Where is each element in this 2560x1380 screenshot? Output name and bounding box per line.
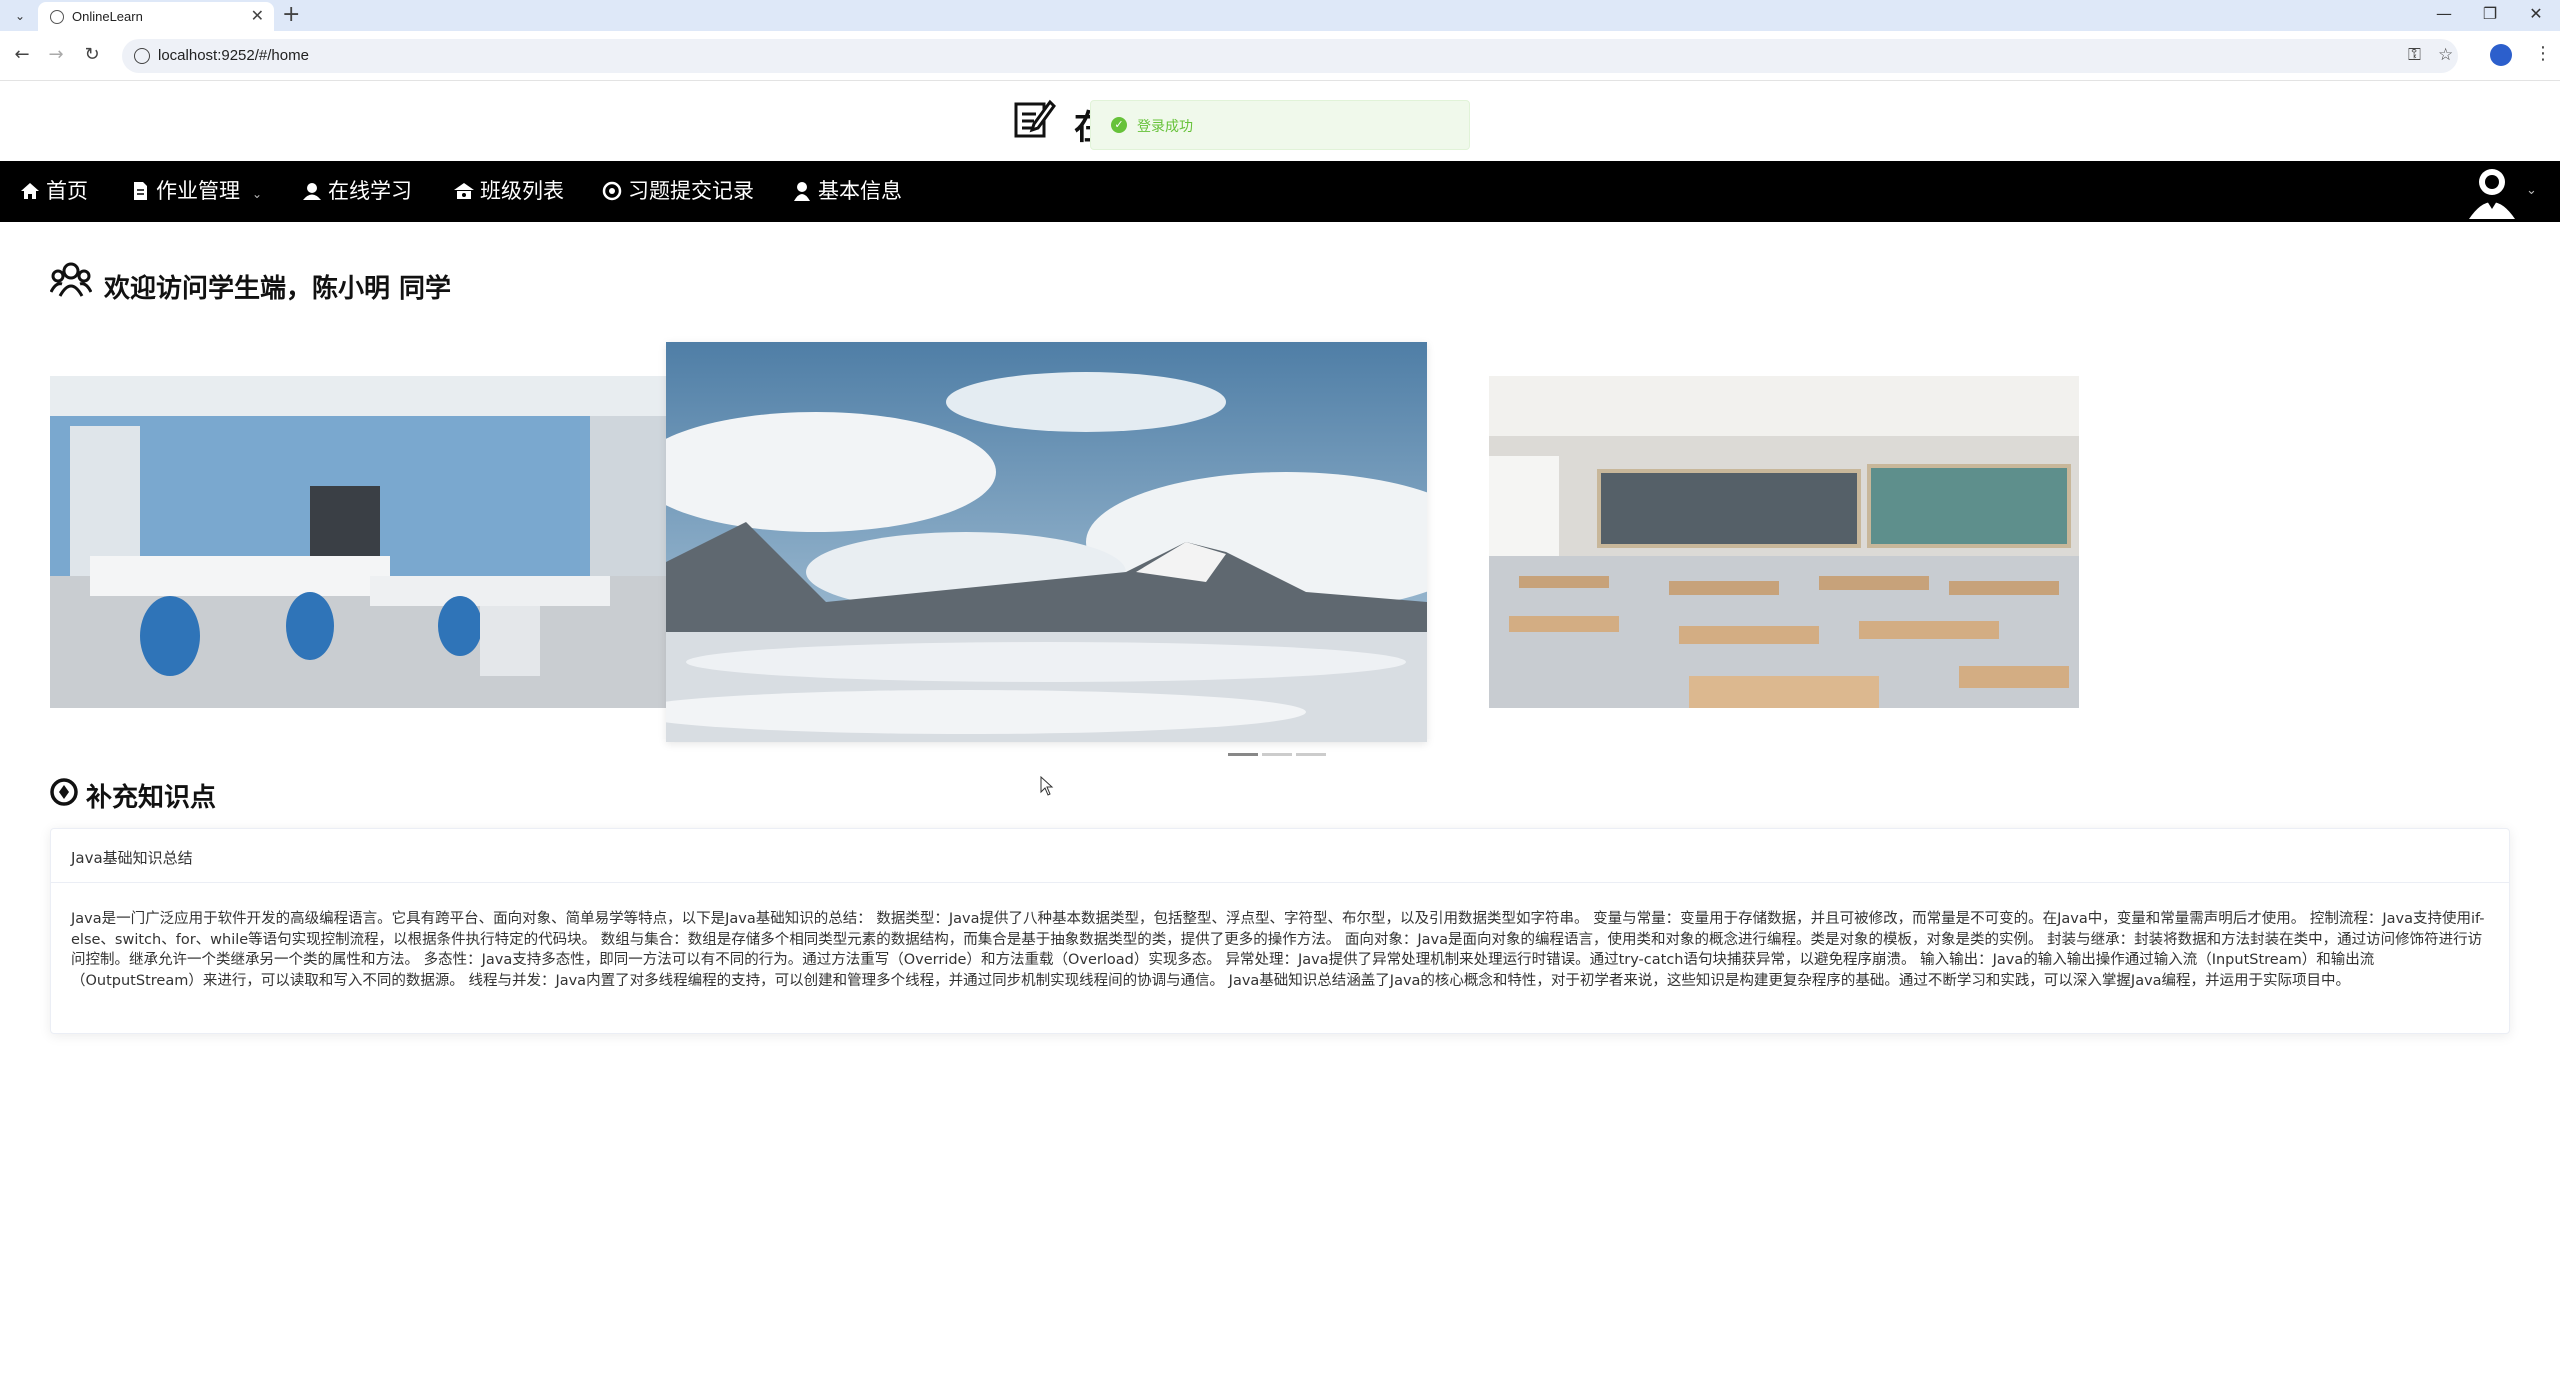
nav-label: 首页 (46, 179, 88, 203)
close-tab-icon[interactable]: ✕ (251, 6, 264, 25)
nav-item-basic-info[interactable]: 基本信息 (792, 161, 902, 222)
success-toast: ✓ 登录成功 (1090, 100, 1470, 150)
nav-label: 班级列表 (480, 179, 564, 203)
welcome-heading: 欢迎访问学生端，陈小明 同学 (104, 274, 452, 304)
browser-tab[interactable]: OnlineLearn ✕ (38, 2, 274, 31)
home-icon (21, 183, 39, 199)
globe-icon (50, 10, 64, 24)
nav-label: 习题提交记录 (628, 179, 754, 203)
password-key-icon[interactable]: ⚿ (2408, 45, 2421, 65)
nav-label: 作业管理 (156, 179, 240, 203)
site-info-icon[interactable] (134, 48, 150, 64)
nav-label: 基本信息 (818, 179, 902, 203)
reload-icon[interactable]: ↻ (80, 44, 104, 65)
new-tab-button[interactable]: + (282, 2, 300, 27)
edit-document-icon (1014, 99, 1056, 138)
carousel-indicator[interactable] (1228, 753, 1258, 756)
address-bar: ← → ↻ localhost:9252/#/home ⚿ ☆ ⋮ (0, 31, 2560, 81)
back-icon[interactable]: ← (10, 44, 34, 65)
learn-icon (303, 183, 321, 200)
office-image (50, 376, 666, 708)
toast-message: 登录成功 (1137, 119, 1193, 135)
knowledge-card: Java基础知识总结 Java是一门广泛应用于软件开发的高级编程语言。它具有跨平… (50, 828, 2510, 1034)
chevron-down-icon: ⌄ (252, 187, 263, 201)
users-icon (50, 262, 92, 297)
card-body: Java是一门广泛应用于软件开发的高级编程语言。它具有跨平台、面向对象、简单易学… (71, 911, 2485, 989)
browser-menu-icon[interactable]: ⋮ (2534, 43, 2552, 64)
avatar[interactable] (2465, 165, 2519, 219)
url-input[interactable]: localhost:9252/#/home ⚿ ☆ (122, 39, 2458, 73)
compass-icon (50, 778, 78, 806)
site-header: 在 ✓ 登录成功 (0, 82, 2560, 162)
url-text: localhost:9252/#/home (158, 47, 309, 64)
classroom-image (1489, 376, 2079, 708)
nav-item-online-learning[interactable]: 在线学习 (302, 161, 412, 222)
browser-tab-bar: ⌄ OnlineLearn ✕ + — ❐ ✕ (0, 0, 2560, 31)
nav-item-home[interactable]: 首页 (20, 161, 88, 222)
minimize-icon[interactable]: — (2424, 4, 2464, 23)
nav-item-submission-records[interactable]: 习题提交记录 (602, 161, 754, 222)
close-window-icon[interactable]: ✕ (2516, 4, 2556, 23)
carousel-slide-office[interactable] (50, 376, 666, 708)
mouse-cursor-icon (1040, 776, 1054, 796)
card-header: Java基础知识总结 (51, 829, 2509, 883)
record-icon (602, 181, 622, 201)
class-icon (454, 183, 474, 199)
carousel-slide-sky[interactable] (666, 342, 1427, 742)
main-nav: 首页 作业管理 ⌄ 在线学习 班级列表 习题提交记录 基本信息 ⌄ (0, 161, 2560, 222)
chevron-down-icon[interactable]: ⌄ (2526, 183, 2537, 198)
user-icon (794, 182, 810, 201)
section-title: 补充知识点 (86, 783, 217, 813)
tab-title: OnlineLearn (72, 9, 143, 24)
nav-label: 在线学习 (328, 179, 412, 203)
bookmark-star-icon[interactable]: ☆ (2438, 45, 2453, 65)
forward-icon[interactable]: → (44, 44, 68, 65)
carousel-indicator[interactable] (1262, 753, 1292, 756)
restore-icon[interactable]: ❐ (2470, 4, 2510, 23)
card-title: Java基础知识总结 (71, 849, 193, 867)
profile-icon[interactable] (2490, 44, 2512, 66)
check-circle-icon: ✓ (1111, 117, 1127, 133)
nav-item-class-list[interactable]: 班级列表 (454, 161, 564, 222)
nav-item-homework[interactable]: 作业管理 ⌄ (130, 161, 262, 222)
document-icon (134, 182, 147, 200)
sky-landscape-image (666, 342, 1427, 742)
tab-search-icon[interactable]: ⌄ (10, 6, 30, 26)
carousel-slide-classroom[interactable] (1489, 376, 2079, 708)
carousel-indicator[interactable] (1296, 753, 1326, 756)
